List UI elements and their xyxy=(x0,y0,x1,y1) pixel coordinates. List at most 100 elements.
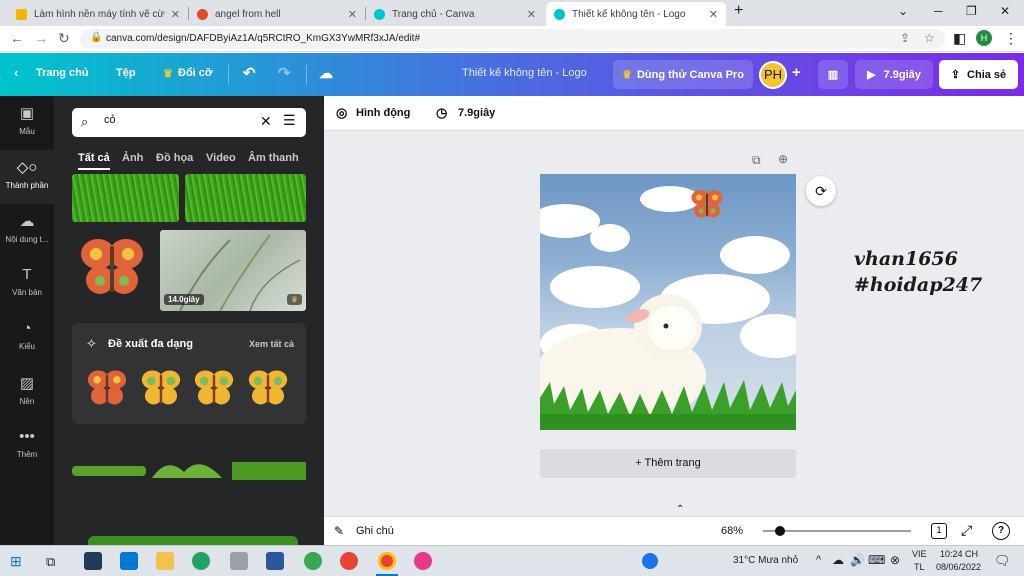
tab-search-icon[interactable]: ⌄ xyxy=(898,4,908,18)
share-page-icon[interactable]: ⇪ xyxy=(900,31,910,45)
cloud-saved-icon[interactable]: ☁ xyxy=(319,65,333,82)
tray-chevron-icon[interactable]: ^ xyxy=(816,554,821,566)
user-avatar[interactable]: PH xyxy=(759,61,787,89)
chrome-profile-icon[interactable] xyxy=(378,552,396,570)
clock-icon[interactable]: ◷ xyxy=(436,105,447,121)
notifications-icon[interactable]: 🗨 xyxy=(994,553,1011,569)
chrome-icon[interactable] xyxy=(340,552,358,570)
side-panel-icon[interactable]: ◧ xyxy=(953,30,966,47)
minimize-icon[interactable]: ─ xyxy=(934,4,943,18)
weather-icon[interactable] xyxy=(642,553,658,569)
clear-search-icon[interactable]: ✕ xyxy=(260,113,272,130)
start-icon[interactable]: ⊞ xyxy=(10,553,22,570)
task-view-icon[interactable]: ⧉ xyxy=(46,554,55,570)
zoom-slider-thumb[interactable] xyxy=(775,526,786,536)
rail-item-more[interactable]: ••• Thêm xyxy=(0,420,54,474)
chevron-up-icon[interactable]: ⌃ xyxy=(676,504,684,515)
browser-menu-icon[interactable]: ⋮ xyxy=(1004,30,1018,47)
window-close-icon[interactable]: ✕ xyxy=(1000,4,1010,18)
animate-button[interactable]: Hình động xyxy=(356,107,410,119)
back-icon[interactable]: ← xyxy=(10,30,24,46)
filter-icon[interactable]: ☰ xyxy=(283,112,296,129)
app-icon[interactable] xyxy=(414,552,432,570)
rail-item-background[interactable]: ▨ Nền xyxy=(0,366,54,420)
app-icon[interactable] xyxy=(84,552,102,570)
grass-video-result[interactable]: 14.0giây ♛ xyxy=(160,230,306,311)
see-all-link[interactable]: Xem tất cả xyxy=(249,339,294,349)
app-icon[interactable] xyxy=(304,552,322,570)
new-tab-icon[interactable]: + xyxy=(734,2,743,20)
bookmark-star-icon[interactable]: ☆ xyxy=(924,31,935,45)
edge-icon[interactable] xyxy=(192,552,210,570)
input-method[interactable]: TL xyxy=(914,562,925,572)
butterfly-suggestion[interactable] xyxy=(86,368,128,410)
present-button[interactable]: ▶ 7.9giây xyxy=(855,60,933,89)
cloud-tray-icon[interactable]: ☁ xyxy=(832,553,844,567)
search-input[interactable] xyxy=(104,114,254,126)
file-explorer-icon[interactable] xyxy=(156,552,174,570)
tab-all[interactable]: Tất cả xyxy=(78,152,110,170)
omnibox[interactable]: 🔒 canva.com/design/DAFDByiAz1A/q5RCtRO_K… xyxy=(80,29,945,49)
insights-button[interactable]: ▥ xyxy=(818,60,848,89)
butterfly-suggestion[interactable] xyxy=(140,368,182,410)
fullscreen-icon[interactable]: ⤢ xyxy=(961,522,972,539)
share-button[interactable]: ⇪ Chia sẻ xyxy=(939,60,1018,89)
butterfly-suggestion[interactable] xyxy=(247,368,289,410)
butterfly-graphic-result[interactable] xyxy=(78,236,146,302)
document-title[interactable]: Thiết kế không tên - Logo xyxy=(462,67,587,79)
try-pro-button[interactable]: ♛ Dùng thử Canva Pro xyxy=(613,60,753,89)
keyboard-icon[interactable]: ⌨ xyxy=(868,553,885,567)
clock-date[interactable]: 08/06/2022 xyxy=(936,562,981,572)
add-collaborator-icon[interactable]: + xyxy=(792,64,801,81)
zoom-level[interactable]: 68% xyxy=(721,525,743,537)
url-text[interactable]: canva.com/design/DAFDByiAz1A/q5RCtRO_KmG… xyxy=(106,33,420,44)
lamb-in-grass-illustration[interactable] xyxy=(540,286,796,430)
duration-button[interactable]: 7.9giây xyxy=(458,107,495,119)
refresh-design-icon[interactable]: ⟳ xyxy=(806,176,836,206)
tab-audio[interactable]: Âm thanh xyxy=(248,152,299,164)
browser-tab[interactable]: Làm hình nền máy tính vẽ cừu N ✕ xyxy=(8,2,188,26)
grass-graphic-partial[interactable] xyxy=(88,536,298,545)
close-tab-icon[interactable]: ✕ xyxy=(709,8,718,21)
profile-avatar[interactable]: H xyxy=(976,30,992,46)
forward-icon[interactable]: → xyxy=(34,30,48,46)
browser-tab-active[interactable]: Thiết kế không tên - Logo ✕ xyxy=(546,2,726,26)
browser-tab[interactable]: Trang chủ - Canva ✕ xyxy=(366,2,544,26)
network-icon[interactable]: ⊗ xyxy=(890,553,900,567)
page-count-button[interactable]: 1 xyxy=(931,523,947,539)
browser-tab[interactable]: angel from hell ✕ xyxy=(189,2,365,26)
grass-photo-result[interactable] xyxy=(72,174,179,222)
zoom-slider-track[interactable] xyxy=(763,530,911,532)
rail-item-uploads[interactable]: ☁ Nội dung t... xyxy=(0,204,54,258)
weather-text[interactable]: 31°C Mưa nhỏ xyxy=(733,555,798,566)
add-page-button[interactable]: + Thêm trang xyxy=(540,449,796,478)
word-icon[interactable] xyxy=(266,552,284,570)
duplicate-page-icon[interactable]: ⧉ xyxy=(752,153,761,168)
notes-icon[interactable]: ✎ xyxy=(334,524,344,538)
animate-icon[interactable]: ◎ xyxy=(336,105,347,121)
speaker-icon[interactable]: 🔊 xyxy=(850,553,865,567)
help-icon[interactable]: ? xyxy=(992,522,1010,540)
grass-photo-result[interactable] xyxy=(185,174,306,222)
chevron-left-icon[interactable]: ‹ xyxy=(14,65,18,80)
search-box[interactable]: ⌕ ✕ ☰ xyxy=(72,108,306,137)
rail-item-text[interactable]: T Văn bản xyxy=(0,258,54,312)
add-page-icon[interactable]: ⊕ xyxy=(778,152,788,166)
grass-graphics-row[interactable] xyxy=(72,448,306,484)
home-button[interactable]: Trang chủ xyxy=(36,67,89,79)
rail-item-styles[interactable]: ◔ Kiểu xyxy=(0,312,54,366)
butterfly-suggestion[interactable] xyxy=(193,368,235,410)
input-language[interactable]: VIE xyxy=(912,549,927,559)
file-menu-button[interactable]: Tệp xyxy=(116,67,136,79)
butterfly-on-canvas[interactable] xyxy=(690,188,724,222)
restore-icon[interactable]: ❐ xyxy=(966,4,977,18)
mail-icon[interactable] xyxy=(120,552,138,570)
clock-time[interactable]: 10:24 CH xyxy=(940,549,978,559)
tab-photos[interactable]: Ảnh xyxy=(122,152,143,164)
notes-button[interactable]: Ghi chú xyxy=(356,525,394,537)
rail-item-templates[interactable]: ▣ Mẫu xyxy=(0,96,54,150)
paint-icon[interactable] xyxy=(230,552,248,570)
tab-graphics[interactable]: Đồ họa xyxy=(156,152,193,164)
close-tab-icon[interactable]: ✕ xyxy=(348,8,357,21)
rail-item-elements[interactable]: ◇○ Thành phần xyxy=(0,150,54,204)
